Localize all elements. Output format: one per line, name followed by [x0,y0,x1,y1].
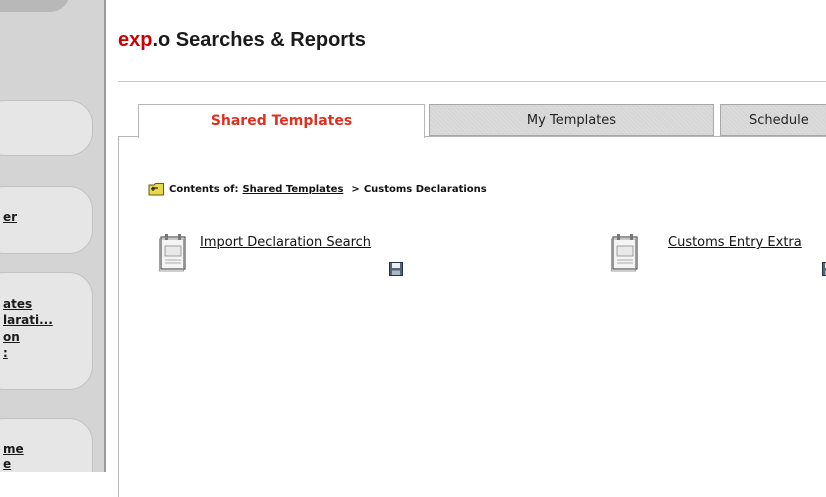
save-icon[interactable] [389,261,403,275]
sidebar-divider-highlight [106,0,108,472]
breadcrumb-prefix: Contents of: [169,184,238,195]
sidebar-button[interactable] [0,100,93,156]
sidebar-item-link[interactable]: ates [3,297,32,311]
breadcrumb-current: Customs Declarations [364,184,487,195]
sidebar-item-link[interactable]: : [3,346,8,360]
sidebar-item-link[interactable]: larati... [3,313,53,327]
template-name-link[interactable]: Customs Entry Extra [668,235,802,250]
tab-scheduled[interactable]: Schedule [720,104,826,136]
folder-up-icon[interactable] [148,182,165,196]
breadcrumb: Contents of: Shared Templates > Customs … [148,181,487,197]
template-name-link[interactable]: Import Declaration Search [200,235,371,250]
left-sidebar: er ates larati... on : me e [0,0,108,472]
brand-name: exp [118,29,152,51]
tab-my-templates[interactable]: My Templates [429,104,714,136]
save-icon[interactable] [822,261,826,275]
report-document-icon[interactable] [158,232,188,272]
sidebar-item-link[interactable]: e [3,457,11,471]
sidebar-item-link[interactable]: on [3,330,20,344]
breadcrumb-root-link[interactable]: Shared Templates [242,184,343,195]
header-divider [118,81,826,82]
sidebar-item-link[interactable]: me [3,442,24,456]
page-title-text: .o Searches & Reports [152,29,365,51]
sidebar-top-shape [0,0,70,12]
sidebar-item-link[interactable]: er [3,210,17,224]
breadcrumb-separator: > [351,184,359,195]
active-tab-join [139,135,424,138]
tab-shared-templates[interactable]: Shared Templates [138,104,425,138]
report-document-icon[interactable] [610,232,640,272]
page-title: exp.o Searches & Reports [118,29,366,52]
